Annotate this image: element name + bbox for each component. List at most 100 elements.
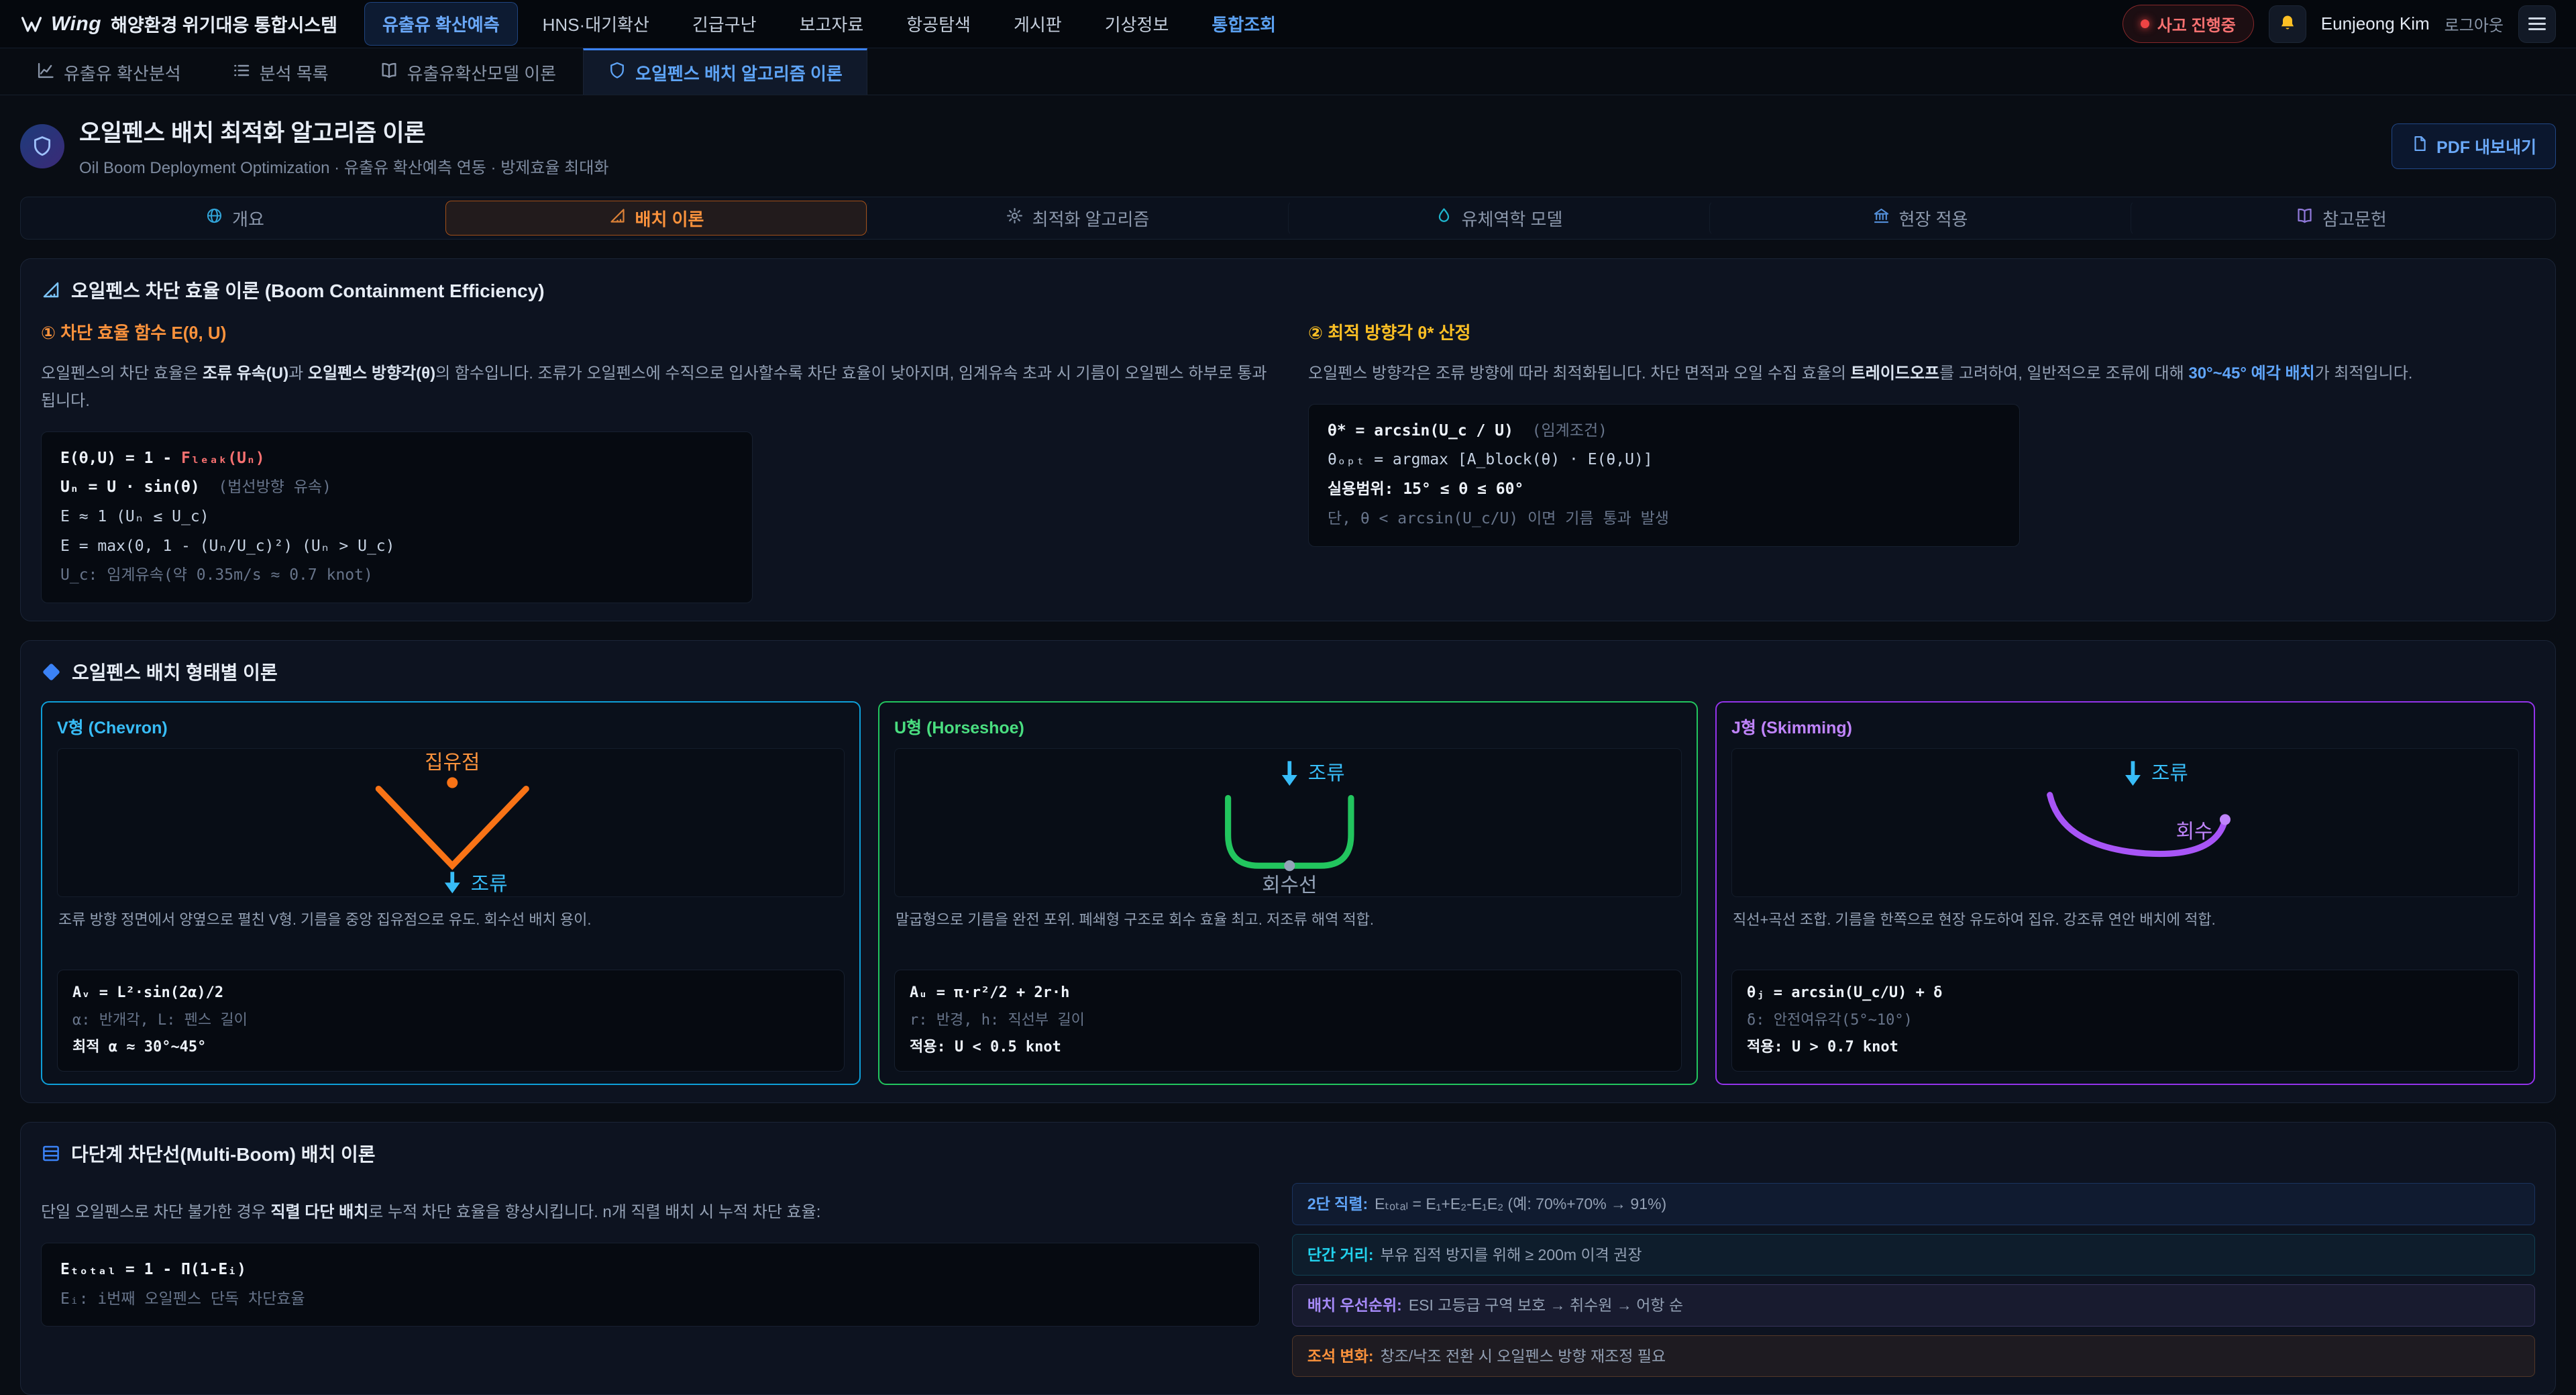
section-tab-label: 유체역학 모델	[1462, 206, 1563, 231]
nav-item-reports[interactable]: 보고자료	[782, 2, 882, 46]
brand[interactable]: Wing 해양환경 위기대응 통합시스템	[20, 11, 337, 37]
nav-item-spill-prediction[interactable]: 유출유 확산예측	[364, 2, 518, 46]
page-subtitle: Oil Boom Deployment Optimization · 유출유 확…	[79, 154, 608, 178]
tab-spill-model-theory[interactable]: 유출유확산모델 이론	[356, 48, 581, 95]
globe-icon	[205, 207, 223, 229]
optimal-angle-description: 오일펜스 방향각은 조류 방향에 따라 최적화됩니다. 차단 면적과 오일 수집…	[1308, 360, 2535, 388]
u-current-label: 조류	[1308, 762, 1345, 784]
optimal-angle-formula-block: θ* = arcsin(U_c / U) (임계조건) θₒₚₜ = argma…	[1308, 404, 2020, 547]
layers-grid-icon	[41, 1143, 61, 1164]
multi-boom-formula-block: Eₜₒₜₐₗ = 1 - Π(1-Eᵢ) Eᵢ: i번째 오일펜스 단독 차단효…	[41, 1243, 1260, 1327]
top-navigation: Wing 해양환경 위기대응 통합시스템 유출유 확산예측 HNS·대기확산 긴…	[0, 0, 2576, 48]
nav-item-aerial-search[interactable]: 항공탐색	[888, 2, 989, 46]
efficiency-function-description: 오일펜스의 차단 효율은 조류 유속(U)과 오일펜스 방향각(θ)의 함수입니…	[41, 360, 1268, 415]
note-series-stacking: 2단 직렬:Eₜₒₜₐₗ = E₁+E₂-E₁E₂ (예: 70%+70% → …	[1292, 1183, 2535, 1225]
tab-label: 오일펜스 배치 알고리즘 이론	[635, 60, 843, 85]
v-current-arrowhead	[445, 882, 460, 893]
list-icon	[232, 61, 251, 85]
tab-label: 분석 목록	[260, 60, 329, 85]
pdf-export-button[interactable]: PDF 내보내기	[2392, 123, 2556, 169]
u-boom-shape	[1228, 798, 1351, 866]
j-shape-title: J형 (Skimming)	[1731, 715, 2519, 739]
section-tab-overview[interactable]: 개요	[24, 201, 445, 236]
nav-item-board[interactable]: 게시판	[996, 2, 1080, 46]
formula-line: U_c: 임계유속(약 0.35m/s ≈ 0.7 knot)	[60, 561, 733, 590]
section-tab-label: 참고문헌	[2322, 206, 2387, 231]
brand-title: 해양환경 위기대응 통합시스템	[111, 11, 337, 37]
main-content: 오일펜스 차단 효율 이론 (Boom Containment Efficien…	[0, 258, 2576, 1395]
u-current-arrowhead	[1282, 775, 1297, 786]
j-shape-formula-block: θⱼ = arcsin(U_c/U) + δ δ: 안전여유각(5°~10°) …	[1731, 970, 2519, 1072]
sub-tab-bar: 유출유 확산분석 분석 목록 유출유확산모델 이론 오일펜스 배치 알고리즘 이…	[0, 48, 2576, 95]
note-stage-spacing: 단간 거리:부유 집적 방지를 위해 ≥ 200m 이격 권장	[1292, 1234, 2535, 1276]
u-shape-description: 말굽형으로 기름을 완전 포위. 폐쇄형 구조로 회수 효율 최고. 저조류 해…	[896, 908, 1680, 959]
notifications-button[interactable]	[2269, 5, 2306, 43]
tab-label: 유출유 확산분석	[64, 60, 181, 85]
optimal-angle-heading: ② 최적 방향각 θ* 산정	[1308, 319, 2535, 344]
optimal-angle-column: ② 최적 방향각 θ* 산정 오일펜스 방향각은 조류 방향에 따라 최적화됩니…	[1308, 319, 2535, 603]
pdf-icon	[2411, 135, 2428, 157]
multi-boom-description: 단일 오일펜스로 차단 불가한 경우 직렬 다단 배치로 누적 차단 효율을 향…	[41, 1199, 1260, 1227]
containment-efficiency-card: 오일펜스 차단 효율 이론 (Boom Containment Efficien…	[20, 258, 2556, 621]
bell-icon	[2278, 13, 2297, 34]
u-shape-formula-block: Aᵤ = π·r²/2 + 2r·h r: 반경, h: 직선부 길이 적용: …	[894, 970, 1682, 1072]
formula-line: 적용: U > 0.7 knot	[1747, 1034, 2504, 1062]
droplet-icon	[1435, 207, 1453, 229]
formula-line: Eₜₒₜₐₗ = 1 - Π(1-Eᵢ)	[60, 1255, 1240, 1285]
incident-status-dot	[2141, 19, 2149, 28]
nav-item-weather-info[interactable]: 기상정보	[1087, 2, 1187, 46]
section-tab-deployment-theory[interactable]: 배치 이론	[445, 201, 867, 236]
v-shape-title: V형 (Chevron)	[57, 715, 845, 739]
formula-line: Aᵤ = π·r²/2 + 2r·h	[910, 980, 1666, 1007]
section-tab-label: 개요	[232, 206, 264, 231]
v-shape-formula-block: Aᵥ = L²·sin(2α)/2 α: 반개각, L: 펜스 길이 최적 α …	[57, 970, 845, 1072]
chart-icon	[36, 61, 55, 85]
nav-item-hns-air-dispersion[interactable]: HNS·대기확산	[525, 2, 667, 46]
section-tab-references[interactable]: 참고문헌	[2131, 201, 2552, 236]
section-tab-bar: 개요 배치 이론 최적화 알고리즘 유체역학 모델 현장 적용 참고문헌	[20, 197, 2556, 240]
gear-icon	[1006, 207, 1024, 229]
efficiency-formula-block: E(θ,U) = 1 - Fₗₑₐₖ(Uₙ) Uₙ = U · sin(θ) (…	[41, 431, 753, 603]
formula-line: θⱼ = arcsin(U_c/U) + δ	[1747, 980, 2504, 1007]
section-tab-label: 현장 적용	[1899, 206, 1968, 231]
menu-button[interactable]	[2518, 5, 2556, 43]
v-collection-point-label: 집유점	[425, 752, 480, 774]
card-title: 다단계 차단선(Multi-Boom) 배치 이론	[41, 1140, 2535, 1167]
j-current-label: 조류	[2151, 762, 2188, 784]
v-collection-point-dot	[447, 777, 458, 788]
logo-text: Wing	[51, 13, 101, 36]
page-header: 오일펜스 배치 최적화 알고리즘 이론 Oil Boom Deployment …	[0, 95, 2576, 194]
references-book-icon	[2296, 207, 2314, 229]
card-title-text: 오일펜스 차단 효율 이론 (Boom Containment Efficien…	[71, 276, 545, 303]
formula-line: Eᵢ: i번째 오일펜스 단독 차단효율	[60, 1285, 1240, 1314]
section-tab-optimization-algorithm[interactable]: 최적화 알고리즘	[867, 201, 1288, 236]
boom-shield-icon	[20, 124, 64, 168]
section-tab-field-application[interactable]: 현장 적용	[1709, 201, 2131, 236]
formula-line: 단, θ < arcsin(U_c/U) 이면 기름 통과 발생	[1328, 505, 2000, 534]
formula-line: α: 반개각, L: 펜스 길이	[72, 1007, 829, 1035]
j-recovery-label: 회수	[2176, 821, 2213, 843]
nav-item-integrated-search[interactable]: 통합조회	[1193, 2, 1294, 46]
tab-boom-algorithm-theory[interactable]: 오일펜스 배치 알고리즘 이론	[583, 48, 867, 95]
section-tab-hydrodynamics-model[interactable]: 유체역학 모델	[1288, 201, 1709, 236]
j-shape-diagram: 조류 회수	[1731, 748, 2519, 897]
j-shape-card: J형 (Skimming) 조류 회수 직선+곡선 조합. 기름을 한쪽으로 현…	[1715, 701, 2535, 1085]
efficiency-function-column: ① 차단 효율 함수 E(θ, U) 오일펜스의 차단 효율은 조류 유속(U)…	[41, 319, 1268, 603]
formula-line: θ* = arcsin(U_c / U) (임계조건)	[1328, 417, 2000, 446]
formula-line: 실용범위: 15° ≤ θ ≤ 60°	[1328, 475, 2000, 505]
formula-line: δ: 안전여유각(5°~10°)	[1747, 1007, 2504, 1035]
tab-analysis-list[interactable]: 분석 목록	[208, 48, 353, 95]
note-deployment-priority: 배치 우선순위:ESI 고등급 구역 보호 → 취수원 → 어항 순	[1292, 1284, 2535, 1327]
u-recovery-vessel-dot	[1284, 860, 1295, 871]
u-shape-title: U형 (Horseshoe)	[894, 715, 1682, 739]
hamburger-icon	[2528, 14, 2546, 34]
multi-boom-card: 다단계 차단선(Multi-Boom) 배치 이론 단일 오일펜스로 차단 불가…	[20, 1122, 2556, 1395]
boom-shapes-card: 오일펜스 배치 형태별 이론 V형 (Chevron) 집유점 조류 조류 방향…	[20, 640, 2556, 1103]
multi-boom-formula-column: 단일 오일펜스로 차단 불가한 경우 직렬 다단 배치로 누적 차단 효율을 향…	[41, 1183, 1260, 1327]
j-recovery-dot	[2220, 814, 2231, 825]
nav-item-emergency-rescue[interactable]: 긴급구난	[674, 2, 775, 46]
tab-spill-analysis[interactable]: 유출유 확산분석	[12, 48, 205, 95]
incident-status-badge: 사고 진행중	[2123, 5, 2254, 43]
logout-link[interactable]: 로그아웃	[2445, 12, 2504, 36]
incident-badge-label: 사고 진행중	[2157, 12, 2236, 36]
